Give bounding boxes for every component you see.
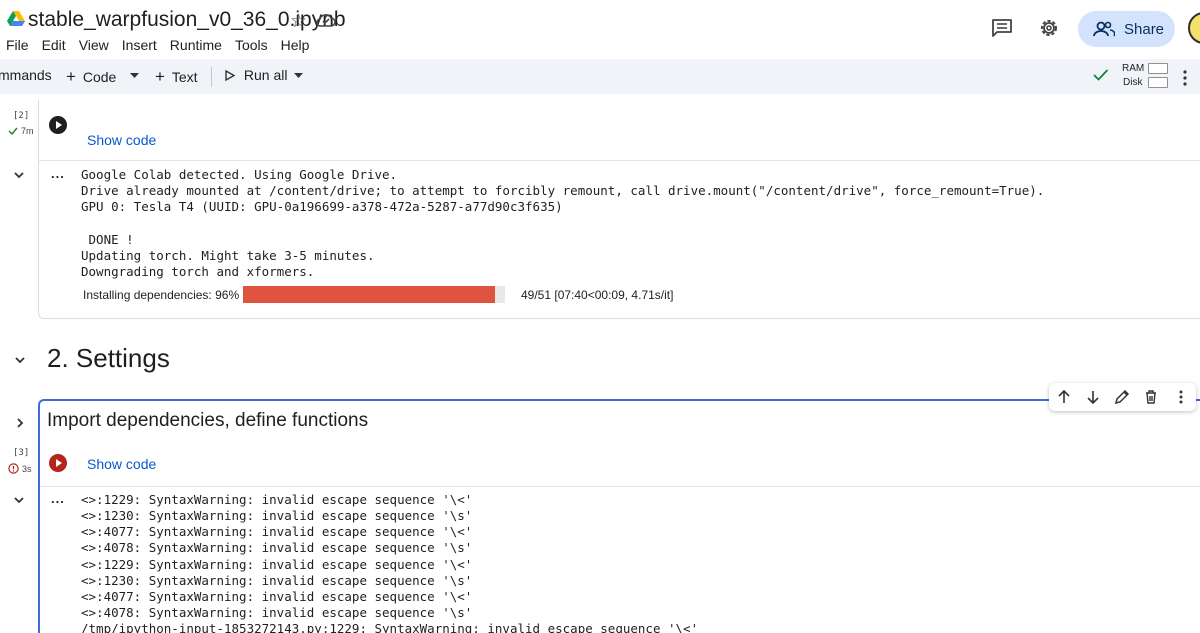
section-collapse-chevron-icon[interactable]: [14, 354, 26, 366]
output-line: /tmp/ipython-input-1853272143.py:1229: S…: [81, 621, 699, 633]
move-down-icon[interactable]: [1085, 389, 1101, 405]
add-text-label: Text: [171, 69, 198, 85]
output-line: <>:4078: SyntaxWarning: invalid escape s…: [81, 605, 473, 620]
commands-button[interactable]: mmands: [0, 67, 52, 83]
execution-count: [2]: [13, 111, 30, 121]
star-icon[interactable]: ☆: [290, 10, 307, 33]
execution-count: [3]: [13, 448, 30, 458]
output-line: Drive already mounted at /content/drive;…: [81, 183, 1045, 198]
toolbar-divider: [211, 67, 212, 87]
drive-logo-icon[interactable]: [7, 11, 25, 27]
run-cell-button[interactable]: [49, 454, 67, 472]
run-cell-button[interactable]: [49, 116, 67, 134]
notebook-toolbar: mmands + Code + Text Run all: [0, 59, 1200, 94]
execution-time: 3s: [8, 463, 32, 474]
output-line: <>:1230: SyntaxWarning: invalid escape s…: [81, 573, 473, 588]
execution-time: 7m: [8, 126, 34, 136]
cloud-icon[interactable]: [316, 12, 336, 28]
output-line: <>:1230: SyntaxWarning: invalid escape s…: [81, 508, 473, 523]
error-icon: [8, 463, 19, 474]
success-check-icon: [8, 127, 18, 135]
disk-bar[interactable]: [1148, 77, 1168, 88]
app-header: stable_warpfusion_v0_36_0.ipynb ☆ File E…: [0, 0, 1200, 58]
execution-time-label: 3s: [22, 463, 32, 474]
output-line: <>:4077: SyntaxWarning: invalid escape s…: [81, 589, 473, 604]
output-line: Updating torch. Might take 3-5 minutes.: [81, 248, 375, 263]
output-actions-icon[interactable]: ...: [51, 491, 65, 506]
move-up-icon[interactable]: [1056, 389, 1072, 405]
add-text-button[interactable]: + Text: [155, 67, 198, 87]
plus-icon: +: [155, 67, 165, 86]
progress-stats: 49/51 [07:40<00:09, 4.71s/it]: [521, 288, 674, 302]
collapse-output-chevron-icon[interactable]: [13, 494, 25, 506]
progress-label: Installing dependencies: 96%: [83, 288, 240, 302]
menu-help[interactable]: Help: [281, 37, 310, 53]
menu-edit[interactable]: Edit: [42, 37, 66, 53]
gear-icon[interactable]: [1038, 17, 1060, 39]
output-line: <>:1229: SyntaxWarning: invalid escape s…: [81, 557, 473, 572]
share-button[interactable]: Share: [1078, 11, 1175, 47]
collapse-output-chevron-icon[interactable]: [13, 169, 25, 181]
show-code-link[interactable]: Show code: [87, 132, 156, 148]
output-line: Downgrading torch and xformers.: [81, 264, 315, 279]
cell-action-toolbar: [1049, 383, 1196, 411]
disk-label: Disk: [1123, 77, 1143, 88]
plus-icon: +: [66, 67, 76, 86]
menu-bar: File Edit View Insert Runtime Tools Help: [6, 37, 309, 53]
output-line: Google Colab detected. Using Google Driv…: [81, 167, 398, 182]
more-vert-icon[interactable]: [1173, 389, 1189, 405]
output-line: <>:1229: SyntaxWarning: invalid escape s…: [81, 492, 473, 507]
run-icon: [225, 69, 236, 82]
run-all-dropdown-icon[interactable]: [294, 73, 303, 79]
ram-bar[interactable]: [1148, 63, 1168, 74]
output-line: <>:4077: SyntaxWarning: invalid escape s…: [81, 524, 473, 539]
progress-bar: [243, 286, 505, 303]
output-line: DONE !: [81, 232, 134, 247]
connected-check-icon: [1093, 69, 1109, 81]
execution-time-label: 7m: [21, 126, 34, 136]
avatar[interactable]: [1188, 12, 1200, 44]
section-heading: 2. Settings: [47, 343, 170, 373]
ram-label: RAM: [1122, 63, 1145, 74]
output-line: <>:4078: SyntaxWarning: invalid escape s…: [81, 540, 473, 555]
menu-file[interactable]: File: [6, 37, 29, 53]
run-all-label: Run all: [243, 67, 288, 83]
output-actions-icon[interactable]: ...: [51, 166, 65, 181]
edit-pen-icon[interactable]: [1114, 389, 1130, 405]
cell-output-divider: [40, 486, 1200, 487]
menu-insert[interactable]: Insert: [122, 37, 157, 53]
menu-runtime[interactable]: Runtime: [170, 37, 222, 53]
menu-tools[interactable]: Tools: [235, 37, 268, 53]
progress-bar-fill: [243, 286, 495, 303]
run-all-button[interactable]: Run all: [225, 67, 287, 83]
cell-output-divider: [38, 160, 1200, 161]
code-dropdown-icon[interactable]: [130, 73, 139, 79]
delete-icon[interactable]: [1143, 389, 1159, 405]
comment-icon[interactable]: [991, 18, 1013, 38]
add-code-button[interactable]: + Code: [66, 67, 116, 87]
show-code-link[interactable]: Show code: [87, 456, 156, 472]
share-label: Share: [1124, 20, 1165, 38]
menu-view[interactable]: View: [79, 37, 109, 53]
output-line: GPU 0: Tesla T4 (UUID: GPU-0a196699-a378…: [81, 199, 563, 214]
cell-heading: Import dependencies, define functions: [47, 410, 369, 431]
add-code-label: Code: [82, 69, 117, 85]
expand-chevron-icon[interactable]: [14, 417, 26, 429]
share-people-icon: [1093, 21, 1115, 37]
more-vert-icon[interactable]: [1183, 69, 1187, 87]
